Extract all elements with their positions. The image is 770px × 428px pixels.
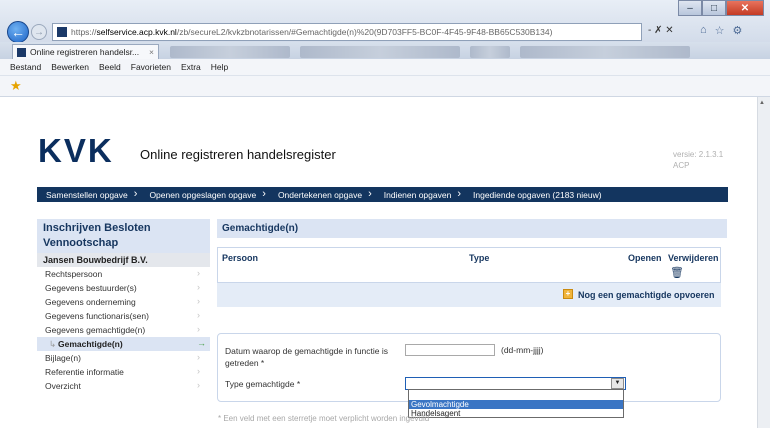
- vertical-scrollbar[interactable]: [757, 97, 770, 428]
- sidebar-item-label: Gemachtigde(n): [58, 339, 123, 349]
- sidebar-title: Inschrijven Besloten Vennootschap: [43, 222, 151, 249]
- step-openen[interactable]: Openen opgeslagen opgave: [137, 190, 262, 200]
- column-header-persoon: Persoon: [222, 253, 259, 263]
- address-bar[interactable]: https://selfservice.acp.kvk.nl/zb/secure…: [52, 23, 642, 41]
- chevron-right-icon: ›: [197, 268, 200, 278]
- option-gevolmachtigde[interactable]: Gevolmachtigde: [409, 400, 623, 409]
- sidebar-item-gemachtigde-active[interactable]: ↳ Gemachtigde(n) →: [37, 337, 210, 351]
- back-button[interactable]: ←: [7, 21, 29, 43]
- kvk-logo: KVK: [38, 132, 114, 169]
- required-footnote: * Een veld met een sterretje moet verpli…: [218, 414, 430, 423]
- chevron-right-icon: ›: [197, 380, 200, 390]
- sidebar-item-onderneming[interactable]: Gegevens onderneming ›: [37, 295, 210, 309]
- sidebar-item-gemachtigden[interactable]: Gegevens gemachtigde(n) ›: [37, 323, 210, 337]
- menu-item-bewerken[interactable]: Bewerken: [51, 62, 89, 72]
- add-gemachtigde-link[interactable]: Nog een gemachtigde opvoeren: [578, 290, 715, 300]
- option-handelsagent[interactable]: Handelsagent: [409, 409, 623, 418]
- date-input[interactable]: [405, 344, 495, 356]
- menu-bar: Bestand Bewerken Beeld Favorieten Extra …: [0, 59, 770, 76]
- dropdown-arrow-icon[interactable]: ▼: [611, 378, 624, 389]
- sidebar-item-overzicht[interactable]: Overzicht ›: [37, 379, 210, 393]
- tab-close-icon[interactable]: ×: [149, 47, 154, 57]
- sidebar-item-label: Gegevens gemachtigde(n): [45, 325, 146, 335]
- browser-tab-blurred[interactable]: [300, 46, 460, 58]
- browser-tab-active[interactable]: Online registreren handelsr... ×: [12, 44, 159, 59]
- column-header-verwijderen: Verwijderen: [668, 253, 719, 263]
- menu-item-extra[interactable]: Extra: [181, 62, 201, 72]
- sidebar-item-label: Gegevens bestuurder(s): [45, 283, 137, 293]
- section-title: Gemachtigde(n): [222, 223, 299, 234]
- site-favicon-icon: [57, 27, 67, 37]
- window-controls: – □ ✕: [678, 0, 764, 16]
- date-label: Datum waarop de gemachtigde in functie i…: [225, 346, 389, 368]
- menu-item-favorieten[interactable]: Favorieten: [131, 62, 171, 72]
- url-host: selfservice.acp.kvk.nl: [96, 27, 177, 37]
- browser-tab-blurred[interactable]: [470, 46, 510, 58]
- step-samenstellen[interactable]: Samenstellen opgave: [37, 190, 134, 200]
- forward-button[interactable]: →: [31, 24, 47, 40]
- sidebar-item-bestuurders[interactable]: Gegevens bestuurder(s) ›: [37, 281, 210, 295]
- step-ondertekenen[interactable]: Ondertekenen opgave: [266, 190, 368, 200]
- home-icon[interactable]: ⌂: [700, 24, 707, 37]
- app-title: Online registreren handelsregister: [140, 147, 336, 162]
- sidebar-item-label: Gegevens functionaris(sen): [45, 311, 149, 321]
- column-header-openen: Openen: [628, 253, 662, 263]
- sidebar-item-referentie[interactable]: Referentie informatie ›: [37, 365, 210, 379]
- trash-icon[interactable]: 🗑: [670, 266, 684, 279]
- add-icon[interactable]: +: [563, 289, 573, 299]
- company-name: Jansen Bouwbedrijf B.V.: [43, 255, 148, 265]
- maximize-button[interactable]: □: [702, 0, 726, 16]
- settings-gear-icon[interactable]: ⚙: [733, 24, 743, 37]
- chevron-right-icon: ›: [197, 352, 200, 362]
- menu-item-help[interactable]: Help: [211, 62, 228, 72]
- arrow-right-icon: →: [197, 338, 206, 348]
- type-label: Type gemachtigde *: [225, 379, 301, 389]
- menu-item-beeld[interactable]: Beeld: [99, 62, 121, 72]
- environment-label: ACP: [673, 161, 690, 170]
- tab-title: Online registreren handelsr...: [30, 47, 140, 57]
- step-indienen[interactable]: Indienen opgaven: [372, 190, 458, 200]
- address-control-glyphs[interactable]: - ✗ ✕: [648, 25, 674, 36]
- address-controls[interactable]: - ✗ ✕: [648, 25, 674, 36]
- minimize-button[interactable]: –: [678, 0, 702, 16]
- sidebar-item-label: Rechtspersoon: [45, 269, 103, 279]
- sidebar-item-label: Overzicht: [45, 381, 81, 391]
- sub-item-indent-icon: ↳: [49, 339, 57, 349]
- date-format-hint: (dd-mm-jjjj): [501, 345, 544, 355]
- sidebar-item-bijlagen[interactable]: Bijlage(n) ›: [37, 351, 210, 365]
- process-steps-bar: Samenstellen opgave › Openen opgeslagen o…: [37, 187, 728, 202]
- sidebar-item-rechtspersoon[interactable]: Rechtspersoon ›: [37, 267, 210, 281]
- chevron-right-icon: ›: [197, 310, 200, 320]
- scroll-up-arrow-icon[interactable]: ▲: [759, 100, 765, 106]
- url-prefix: https://: [71, 27, 97, 37]
- chevron-right-icon: ›: [197, 296, 200, 306]
- chevron-right-icon: ›: [197, 324, 200, 334]
- menu-item-bestand[interactable]: Bestand: [10, 62, 41, 72]
- chevron-right-icon: ›: [197, 282, 200, 292]
- toolbar-icons: ⌂ ☆ ⚙: [700, 24, 742, 37]
- version-label: versie: 2.1.3.1: [673, 150, 724, 159]
- browser-tab-blurred[interactable]: [170, 46, 290, 58]
- sidebar-item-label: Referentie informatie: [45, 367, 124, 377]
- sidebar-item-functionarissen[interactable]: Gegevens functionaris(sen) ›: [37, 309, 210, 323]
- tab-favicon-icon: [17, 47, 26, 57]
- chevron-right-icon: ›: [197, 366, 200, 376]
- step-ingediend[interactable]: Ingediende opgaven (2183 nieuw): [461, 190, 608, 200]
- sidebar-item-label: Gegevens onderneming: [45, 297, 136, 307]
- favorites-star-icon[interactable]: ☆: [715, 24, 725, 37]
- add-favorite-icon[interactable]: ★: [10, 78, 22, 94]
- close-window-button[interactable]: ✕: [726, 0, 764, 16]
- favorites-bar: [0, 76, 770, 97]
- url-path: /zb/secureL2/kvkzbnotarissen/#Gemachtigd…: [176, 27, 553, 37]
- browser-tab-blurred[interactable]: [520, 46, 690, 58]
- sidebar-item-label: Bijlage(n): [45, 353, 81, 363]
- column-header-type: Type: [469, 253, 490, 263]
